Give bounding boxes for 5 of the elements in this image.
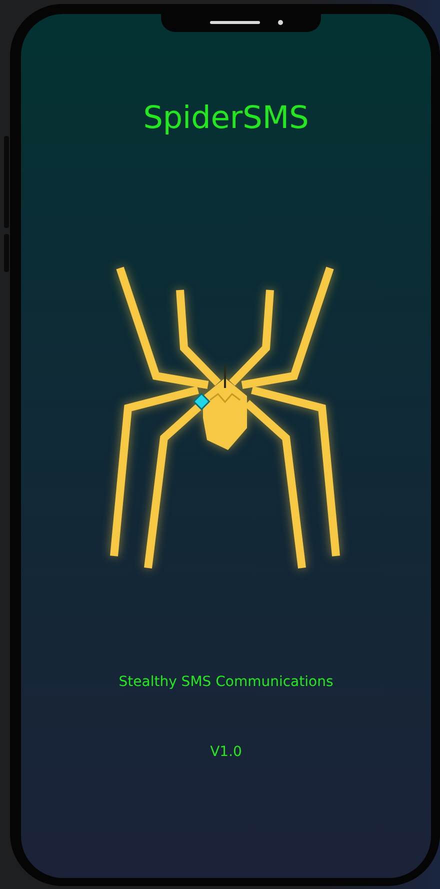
camera-icon — [278, 20, 282, 24]
tagline: Stealthy SMS Communications — [118, 674, 334, 690]
speaker-icon — [210, 20, 260, 24]
app-title: SpiderSMS — [143, 99, 309, 138]
version-label: V1.0 — [210, 744, 242, 760]
